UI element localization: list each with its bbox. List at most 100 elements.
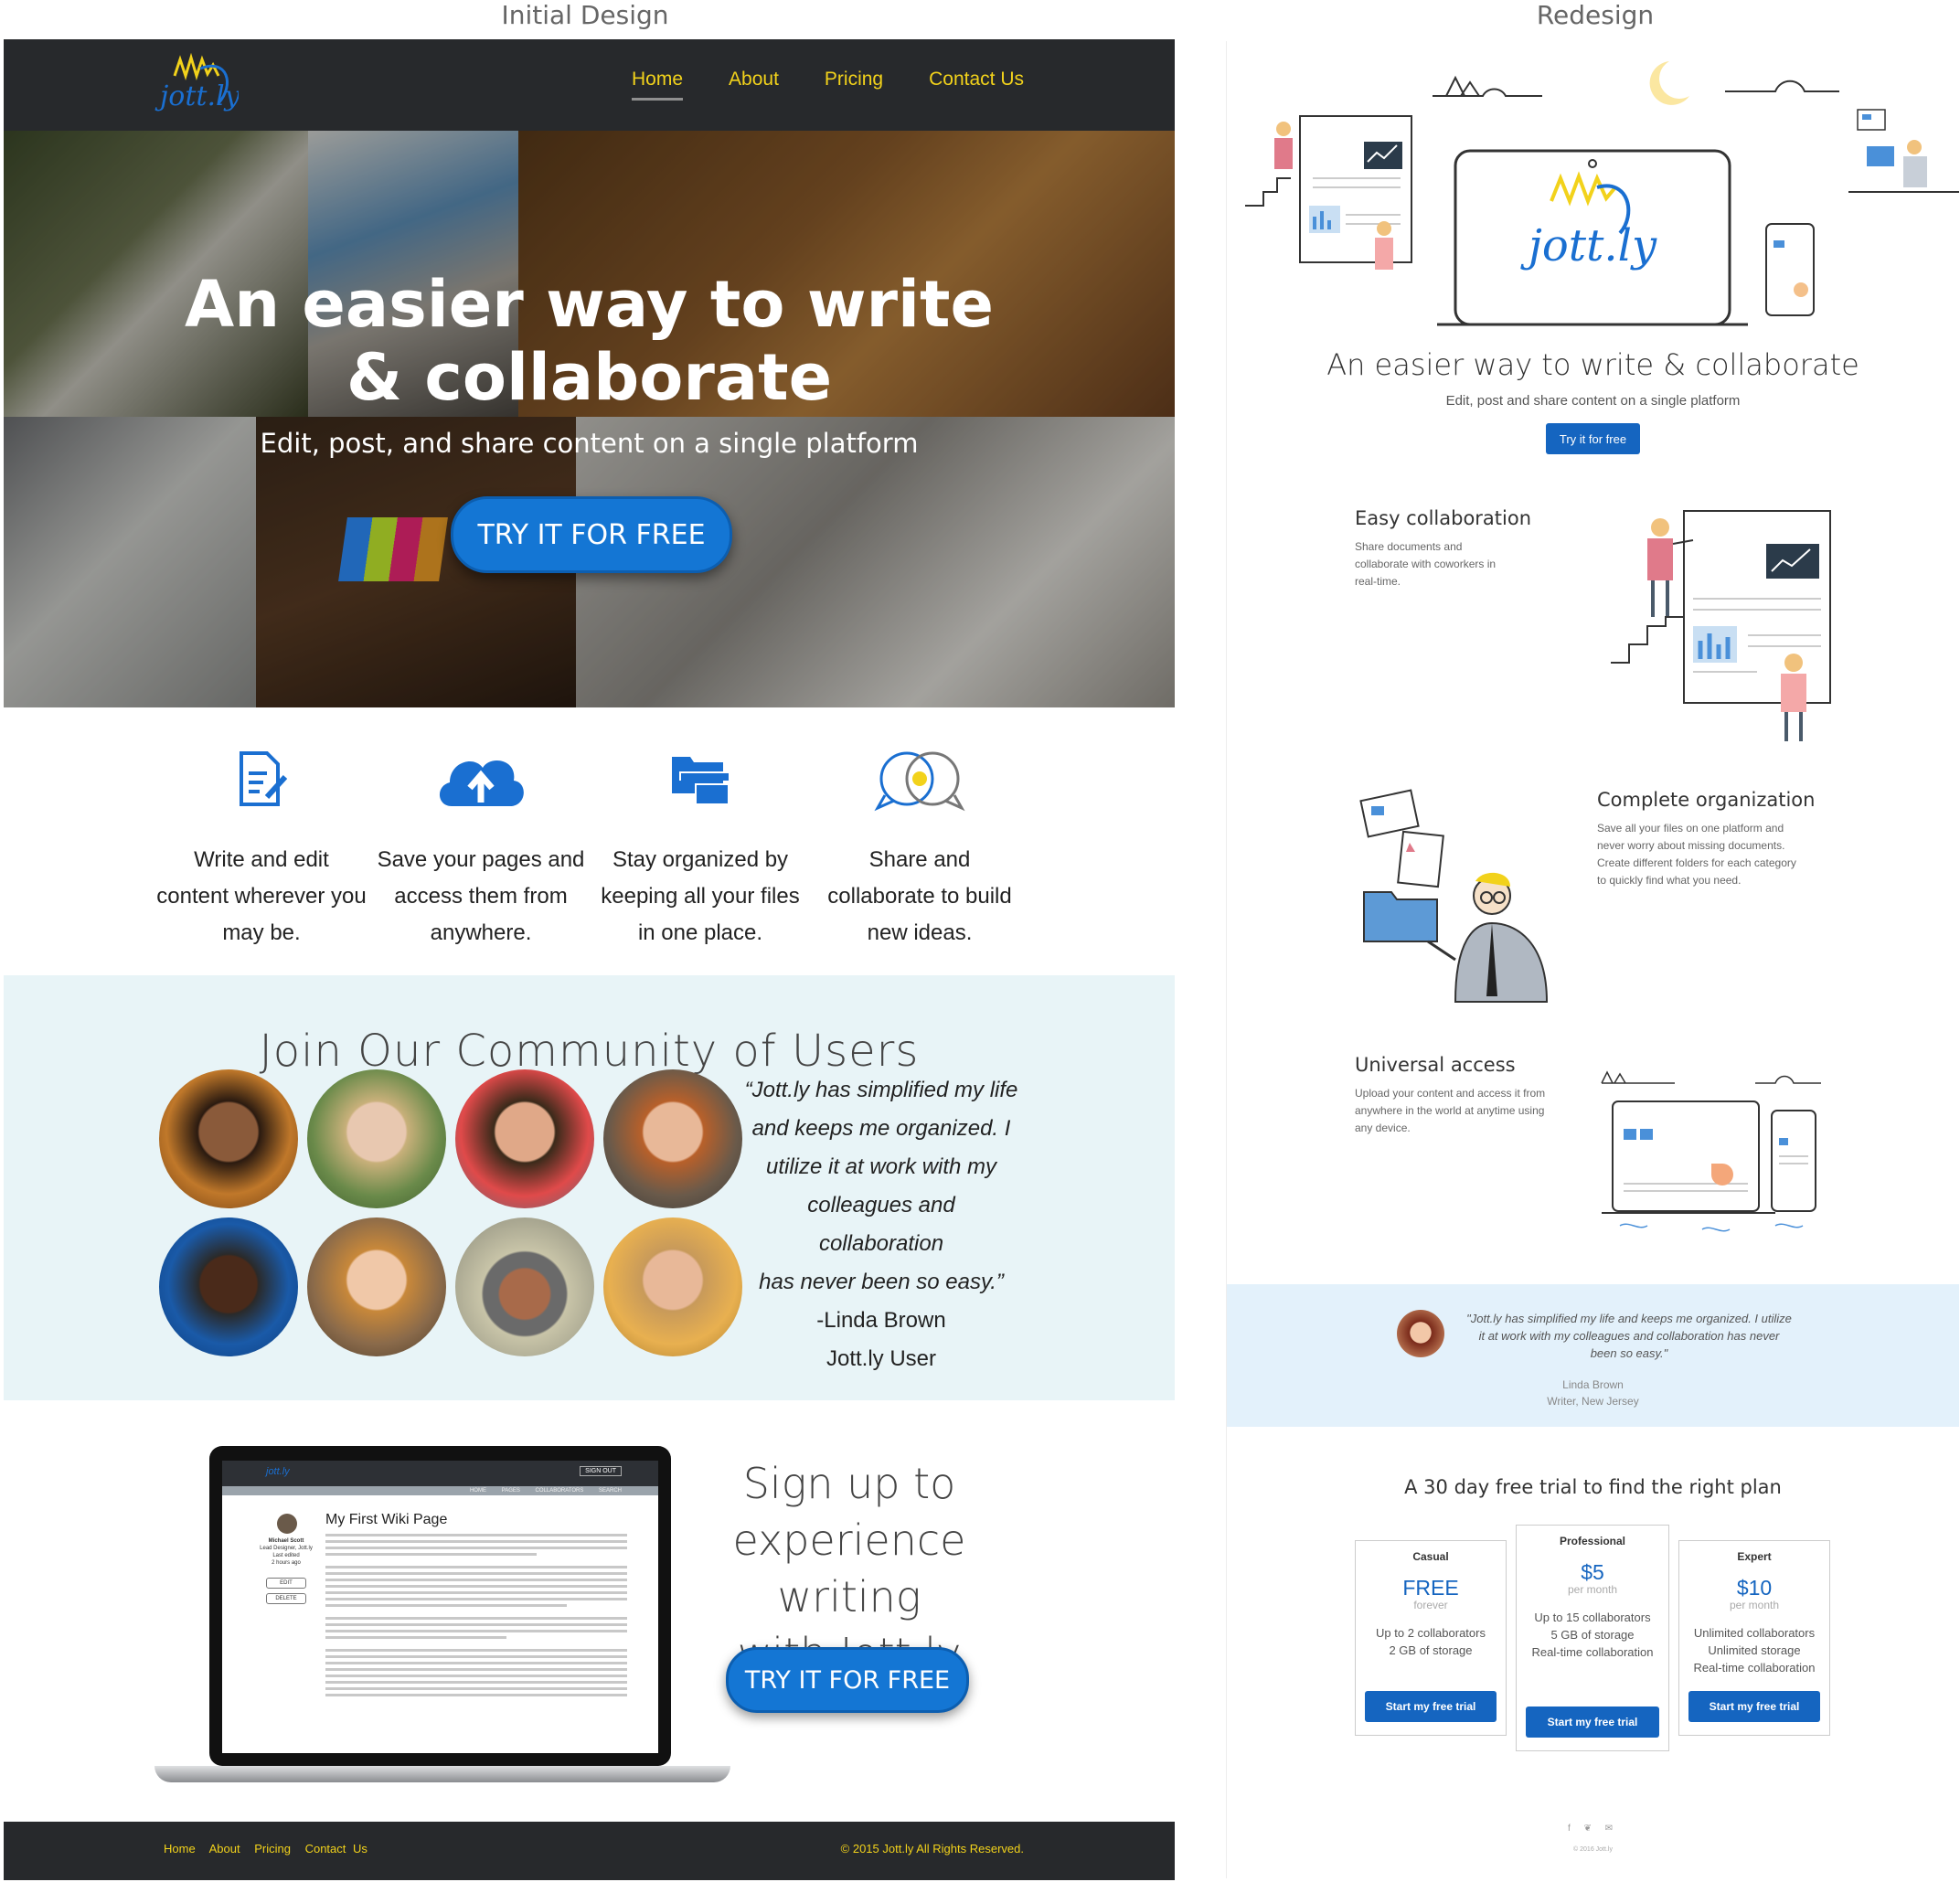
footer-link-home[interactable]: Home: [164, 1842, 196, 1855]
redesign-logo-text: jott.ly: [1520, 220, 1657, 271]
app-screenshot: jott.ly SIGN OUT HOME PAGES COLLABORATOR…: [222, 1461, 658, 1753]
start-trial-button[interactable]: Start my free trial: [1526, 1707, 1659, 1738]
plan-price: $5: [1581, 1560, 1604, 1584]
redesign-page: jott.ly An easier way to write & collabo…: [1226, 41, 1959, 1878]
nav-contact[interactable]: Contact Us: [929, 69, 1024, 101]
start-trial-button[interactable]: Start my free trial: [1365, 1691, 1497, 1722]
quote-line: has never been so easy.”: [759, 1270, 1004, 1294]
footer-link-contact[interactable]: Contact Us: [305, 1842, 368, 1855]
author-info: Michael Scott Lead Designer, Jott.ly Las…: [259, 1537, 314, 1567]
avatar: [1397, 1310, 1444, 1357]
nav-about[interactable]: About: [729, 69, 779, 101]
signup-title-line: experience writing: [732, 1515, 966, 1621]
redesign-testimonial: "Jott.ly has simplified my life and keep…: [1227, 1284, 1959, 1427]
hero-overlay: [4, 131, 1175, 707]
quote-line: colleagues and collaboration: [807, 1193, 955, 1256]
plan-price: $10: [1736, 1576, 1773, 1600]
plan-name: Professional: [1559, 1535, 1626, 1547]
redesign-label: Redesign: [1536, 0, 1655, 30]
social-icons[interactable]: f ❦ ✉: [1227, 1824, 1959, 1834]
feature-write: Write and edit content wherever you may …: [156, 743, 367, 952]
hero-try-free-button[interactable]: TRY IT FOR FREE: [451, 496, 732, 573]
sign-out-button[interactable]: SIGN OUT: [580, 1466, 622, 1476]
quote-line: and keeps me organized. I: [751, 1116, 1011, 1141]
plan-price: FREE: [1402, 1576, 1459, 1600]
start-trial-button[interactable]: Start my free trial: [1688, 1691, 1820, 1722]
app-topbar: jott.ly SIGN OUT: [222, 1461, 658, 1486]
document-edit-icon: [240, 751, 288, 806]
moon-icon: [1649, 61, 1689, 105]
section-organization-body: Save all your files on one platform and …: [1597, 822, 1796, 887]
plan-name: Expert: [1737, 1550, 1772, 1563]
testimonial-quote: "Jott.ly has simplified my life and keep…: [1466, 1312, 1792, 1360]
quote-line: utilize it at work with my: [765, 1154, 997, 1179]
hero-section: An easier way to write & collaborate Edi…: [4, 131, 1175, 707]
moon-icon: [1723, 1063, 1744, 1088]
footer-link-about[interactable]: About: [209, 1842, 240, 1855]
footer: Home About Pricing Contact Us © 2015 Jot…: [4, 1822, 1175, 1880]
user-avatar: [455, 1069, 594, 1208]
hero-title-line2: & collaborate: [346, 340, 833, 415]
footer-links: Home About Pricing Contact Us: [164, 1842, 375, 1855]
quote-author-role: Jott.ly User: [826, 1346, 937, 1371]
nav-pricing[interactable]: Pricing: [825, 69, 883, 101]
chat-bubbles-idea-icon: [874, 751, 965, 812]
wiki-page-title: My First Wiki Page: [325, 1512, 448, 1527]
main-nav: Home About Pricing Contact Us: [632, 69, 1024, 101]
jottly-logo[interactable]: jott.ly: [154, 48, 239, 122]
plan-period: per month: [1567, 1583, 1618, 1596]
user-avatar: [307, 1217, 446, 1356]
user-avatar: [455, 1217, 594, 1356]
hero-title-line1: An easier way to write: [185, 267, 994, 342]
collaboration-illustration: [1611, 510, 1831, 741]
user-avatar: [603, 1069, 742, 1208]
redesign-copyright: © 2016 Jott.ly: [1573, 1846, 1613, 1853]
laptop-mockup: jott.ly SIGN OUT HOME PAGES COLLABORATOR…: [154, 1446, 730, 1812]
user-avatar: [603, 1217, 742, 1356]
app-logo: jott.ly: [266, 1466, 290, 1477]
plan-feature: Up to 15 collaborators: [1534, 1611, 1651, 1624]
edit-button[interactable]: EDIT: [266, 1578, 306, 1589]
feature-organize-text: Stay organized by keeping all your files…: [601, 847, 800, 945]
plan-feature: 5 GB of storage: [1550, 1628, 1635, 1642]
community-title: Join Our Community of Users: [259, 1026, 920, 1077]
nav-home[interactable]: Home: [632, 69, 684, 101]
plan-feature: Unlimited collaborators: [1693, 1626, 1816, 1640]
plan-features: Unlimited collaborators Unlimited storag…: [1679, 1624, 1829, 1676]
plan-feature: Real-time collaboration: [1693, 1661, 1816, 1675]
plan-expert: Expert $10 per month Unlimited collabora…: [1678, 1540, 1830, 1736]
signup-try-free-button[interactable]: TRY IT FOR FREE: [726, 1647, 969, 1713]
plan-professional: Professional $5 per month Up to 15 colla…: [1516, 1525, 1669, 1751]
plan-name: Casual: [1412, 1550, 1449, 1563]
edited-label: Last edited: [272, 1553, 300, 1558]
footer-link-pricing[interactable]: Pricing: [254, 1842, 291, 1855]
section-access-title: Universal access: [1355, 1054, 1516, 1076]
redesign-try-free-button[interactable]: Try it for free: [1546, 423, 1640, 454]
laptop-base: [154, 1766, 730, 1782]
quote-line: “Jott.ly has simplified my life: [744, 1078, 1018, 1102]
organization-illustration: [1359, 789, 1549, 1003]
top-nav: jott.ly Home About Pricing Contact Us: [4, 39, 1175, 131]
plans-title: A 30 day free trial to find the right pl…: [1404, 1476, 1782, 1498]
avatar: [277, 1514, 297, 1534]
quote-author: -Linda Brown: [816, 1308, 946, 1333]
plan-feature: Real-time collaboration: [1531, 1645, 1654, 1659]
testimonial-role: Writer, New Jersey: [1547, 1395, 1639, 1408]
user-avatar: [307, 1069, 446, 1208]
app-menu: HOME PAGES COLLABORATORS SEARCH: [222, 1486, 658, 1495]
community-quote: “Jott.ly has simplified my life and keep…: [744, 1071, 1018, 1378]
community-section: Join Our Community of Users “Jott.ly has…: [4, 975, 1175, 1400]
user-avatar: [159, 1217, 298, 1356]
feature-organize: Stay organized by keeping all your files…: [595, 743, 805, 952]
delete-button[interactable]: DELETE: [266, 1593, 306, 1604]
hero-illustration: jott.ly: [1245, 61, 1959, 326]
folders-icon: [672, 757, 730, 805]
author-name: Michael Scott: [268, 1538, 304, 1544]
hero-title: An easier way to write & collaborate: [4, 268, 1175, 414]
logo-text: jott.ly: [154, 80, 239, 112]
feature-save: Save your pages and access them from any…: [376, 743, 586, 952]
section-organization-title: Complete organization: [1597, 789, 1816, 811]
footer-copyright: © 2015 Jott.ly All Rights Reserved.: [840, 1842, 1024, 1855]
section-collaboration-title: Easy collaboration: [1355, 507, 1532, 529]
user-avatar: [159, 1069, 298, 1208]
